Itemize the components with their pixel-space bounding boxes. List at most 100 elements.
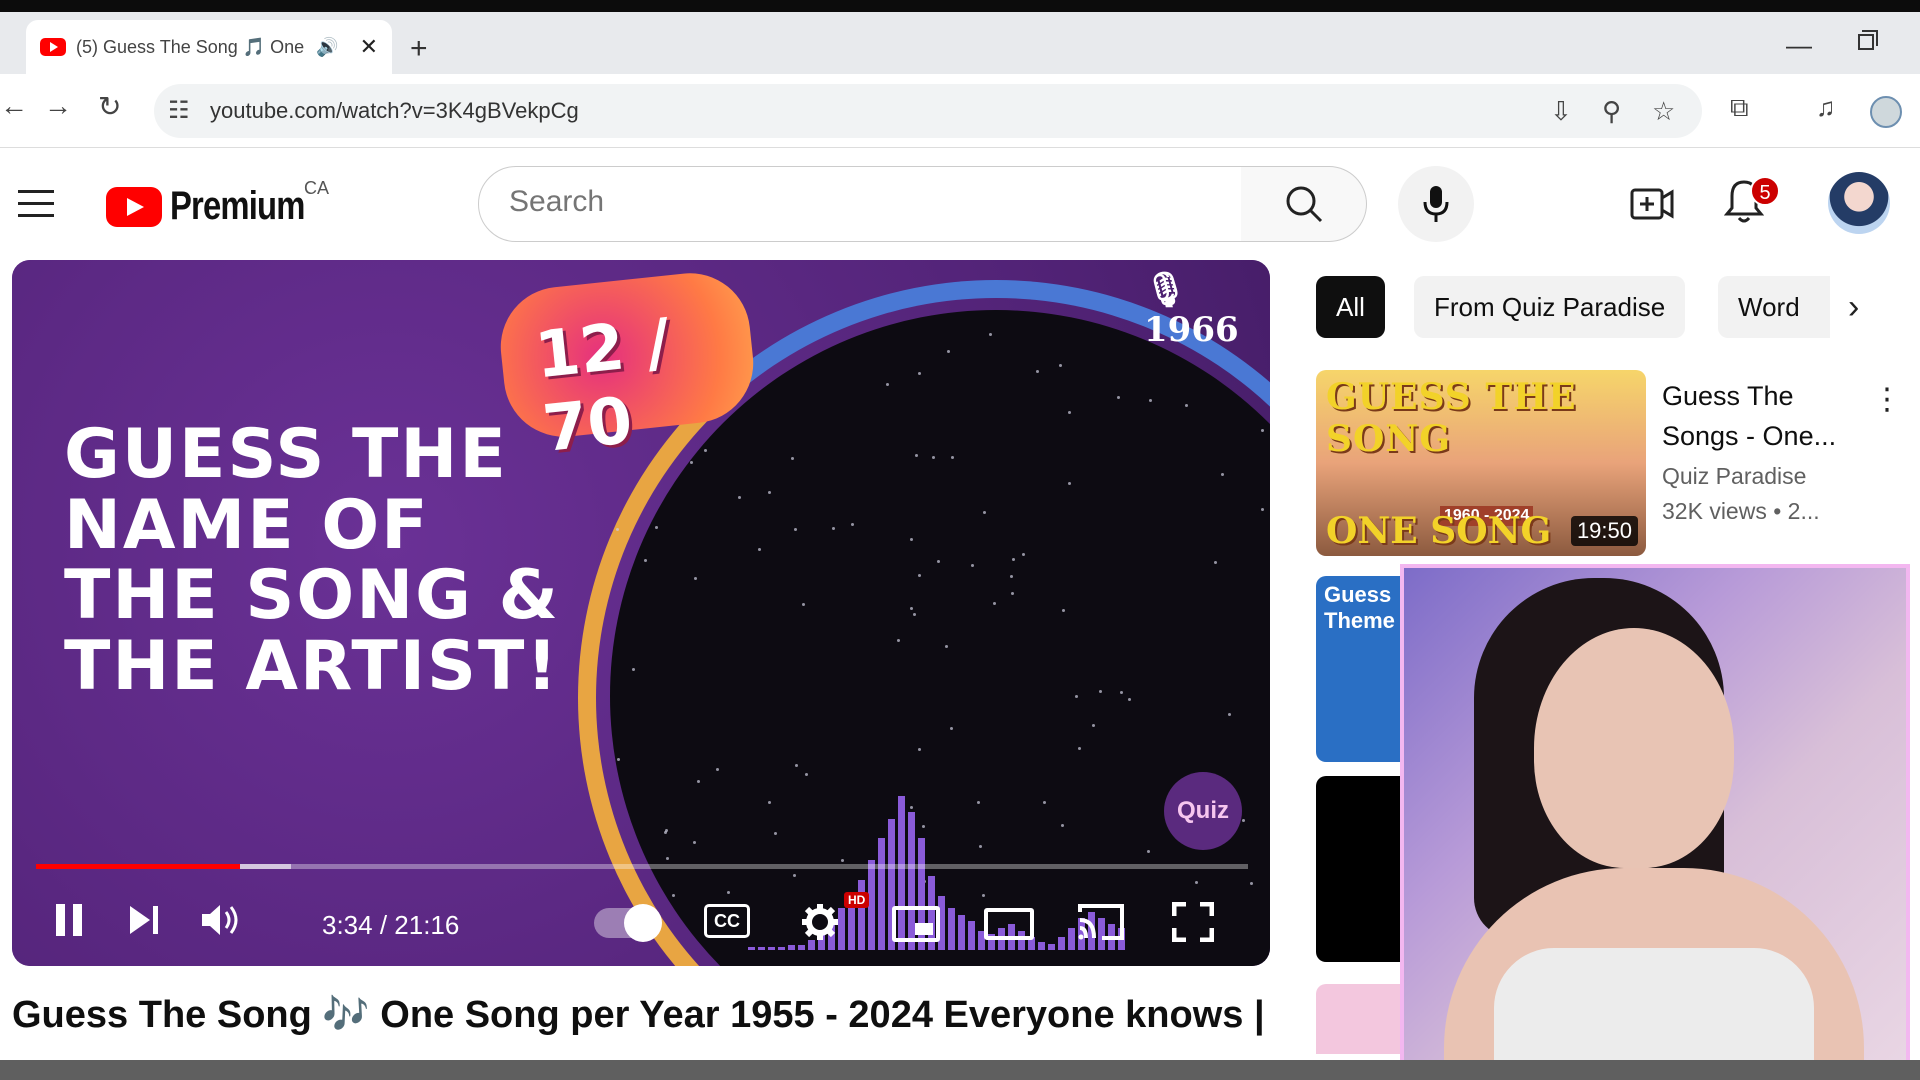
- settings-gear-icon[interactable]: [800, 902, 840, 942]
- player-controls: 3:34 / 21:16 CC HD: [12, 880, 1270, 960]
- address-bar[interactable]: ☷ youtube.com/watch?v=3K4gBVekpCg ⇩ ⚲ ☆: [154, 84, 1702, 138]
- star: [886, 383, 889, 386]
- star: [1185, 404, 1188, 407]
- quiz-channel-watermark[interactable]: Quiz: [1164, 772, 1242, 850]
- time-display: 3:34 / 21:16: [322, 910, 460, 940]
- account-avatar[interactable]: [1828, 172, 1890, 234]
- thumbnail-2-text: Guess Theme: [1324, 582, 1395, 633]
- install-app-icon[interactable]: ⇩: [1550, 96, 1572, 127]
- webcam-person-face: [1534, 628, 1734, 868]
- browser-tab[interactable]: (5) Guess The Song 🎵 One 🔊 ✕: [26, 20, 392, 74]
- reload-icon[interactable]: ↻: [98, 90, 121, 123]
- new-tab-button[interactable]: +: [410, 32, 428, 66]
- chip-word[interactable]: Word: [1718, 276, 1830, 338]
- star: [616, 528, 619, 531]
- notification-count-badge: 5: [1750, 176, 1780, 206]
- fullscreen-icon[interactable]: [1172, 902, 1214, 942]
- chip-from-quiz-paradise[interactable]: From Quiz Paradise: [1414, 276, 1686, 338]
- recommended-views: 32K views • 2...: [1662, 498, 1820, 524]
- tab-close-icon[interactable]: ✕: [360, 34, 378, 60]
- webcam-overlay: [1400, 564, 1910, 1068]
- star: [951, 456, 954, 459]
- star: [768, 491, 771, 494]
- chevron-right-icon[interactable]: ›: [1848, 288, 1859, 327]
- star: [1036, 370, 1039, 373]
- video-player[interactable]: 12 / 70 🎙 1966 GUESS THE NAME OF THE SON…: [12, 260, 1270, 966]
- recommended-title[interactable]: Guess The Songs - One...: [1662, 376, 1862, 456]
- star: [666, 857, 669, 860]
- star: [937, 560, 940, 563]
- search-button[interactable]: [1241, 166, 1367, 242]
- recommended-thumbnail-2[interactable]: Guess Theme: [1316, 576, 1406, 762]
- volume-icon[interactable]: [200, 902, 242, 938]
- star: [1068, 482, 1071, 485]
- restore-window-icon[interactable]: [1858, 30, 1878, 50]
- menu-icon[interactable]: [18, 190, 54, 226]
- miniplayer-icon[interactable]: [892, 906, 940, 942]
- recommended-channel[interactable]: Quiz Paradise: [1662, 463, 1806, 490]
- audio-playing-icon[interactable]: 🔊: [316, 37, 338, 58]
- star: [791, 457, 794, 460]
- tab-title: (5) Guess The Song 🎵 One: [76, 36, 305, 57]
- video-title: Guess The Song 🎶 One Song per Year 1955 …: [12, 994, 1265, 1036]
- pause-icon[interactable]: [52, 902, 86, 938]
- zoom-icon[interactable]: ⚲: [1602, 96, 1621, 127]
- next-video-icon[interactable]: [126, 902, 162, 938]
- recommended-thumbnail[interactable]: GUESS THE SONG 1960 - 2024 ONE SONG PER …: [1316, 370, 1646, 556]
- site-info-icon[interactable]: ☷: [168, 96, 190, 125]
- url-text[interactable]: youtube.com/watch?v=3K4gBVekpCg: [210, 98, 579, 124]
- recommended-thumbnail-4[interactable]: [1316, 984, 1406, 1054]
- youtube-premium-logo[interactable]: Premium CA: [106, 178, 334, 229]
- star: [794, 528, 797, 531]
- video-headline: GUESS THE NAME OF THE SONG & THE ARTIST!: [64, 415, 560, 707]
- tab-strip: (5) Guess The Song 🎵 One 🔊 ✕ + —: [0, 12, 1920, 74]
- progress-bar[interactable]: [36, 864, 1248, 869]
- star: [910, 538, 913, 541]
- browser-toolbar: ← → ↻ ☷ youtube.com/watch?v=3K4gBVekpCg …: [0, 74, 1920, 148]
- star: [983, 511, 986, 514]
- theater-mode-icon[interactable]: [984, 908, 1034, 940]
- star: [915, 454, 918, 457]
- star: [1242, 819, 1245, 822]
- back-icon[interactable]: ←: [0, 90, 28, 122]
- extensions-icon[interactable]: ⧉: [1730, 92, 1749, 124]
- voice-search-button[interactable]: [1398, 166, 1474, 242]
- star: [971, 564, 974, 567]
- video-duration: 19:50: [1570, 516, 1638, 546]
- minimize-icon[interactable]: —: [1786, 30, 1812, 61]
- star: [1261, 429, 1264, 432]
- star: [694, 577, 697, 580]
- search-input[interactable]: [509, 185, 1209, 219]
- star: [1062, 609, 1065, 612]
- search-icon: [1286, 186, 1322, 223]
- star: [913, 613, 916, 616]
- star: [738, 496, 741, 499]
- search-box[interactable]: [478, 166, 1242, 242]
- star: [632, 668, 635, 671]
- chip-all[interactable]: All: [1316, 276, 1385, 338]
- star: [644, 559, 647, 562]
- cast-icon[interactable]: [1076, 902, 1126, 942]
- captions-button[interactable]: CC: [704, 904, 750, 938]
- hd-badge: HD: [844, 892, 870, 908]
- more-actions-icon[interactable]: ⋮: [1872, 382, 1902, 417]
- star: [1068, 411, 1071, 414]
- create-video-icon[interactable]: [1630, 184, 1674, 224]
- media-control-icon[interactable]: ♫: [1816, 92, 1836, 123]
- question-counter: 12 / 70: [494, 267, 760, 467]
- star: [1022, 553, 1025, 556]
- star: [1059, 364, 1062, 367]
- bookmark-star-icon[interactable]: ☆: [1652, 96, 1675, 127]
- autoplay-toggle[interactable]: [594, 904, 662, 942]
- microphone-icon: [1423, 186, 1449, 222]
- progress-played: [36, 864, 240, 869]
- star: [851, 523, 854, 526]
- forward-icon[interactable]: →: [44, 90, 72, 122]
- recommended-thumbnail-3[interactable]: [1316, 776, 1406, 962]
- star: [655, 526, 658, 529]
- youtube-logo-icon: [106, 186, 162, 227]
- star: [947, 350, 950, 353]
- star: [664, 831, 667, 834]
- browser-profile-avatar[interactable]: [1870, 96, 1902, 128]
- year-label: 🎙 1966: [1144, 270, 1239, 350]
